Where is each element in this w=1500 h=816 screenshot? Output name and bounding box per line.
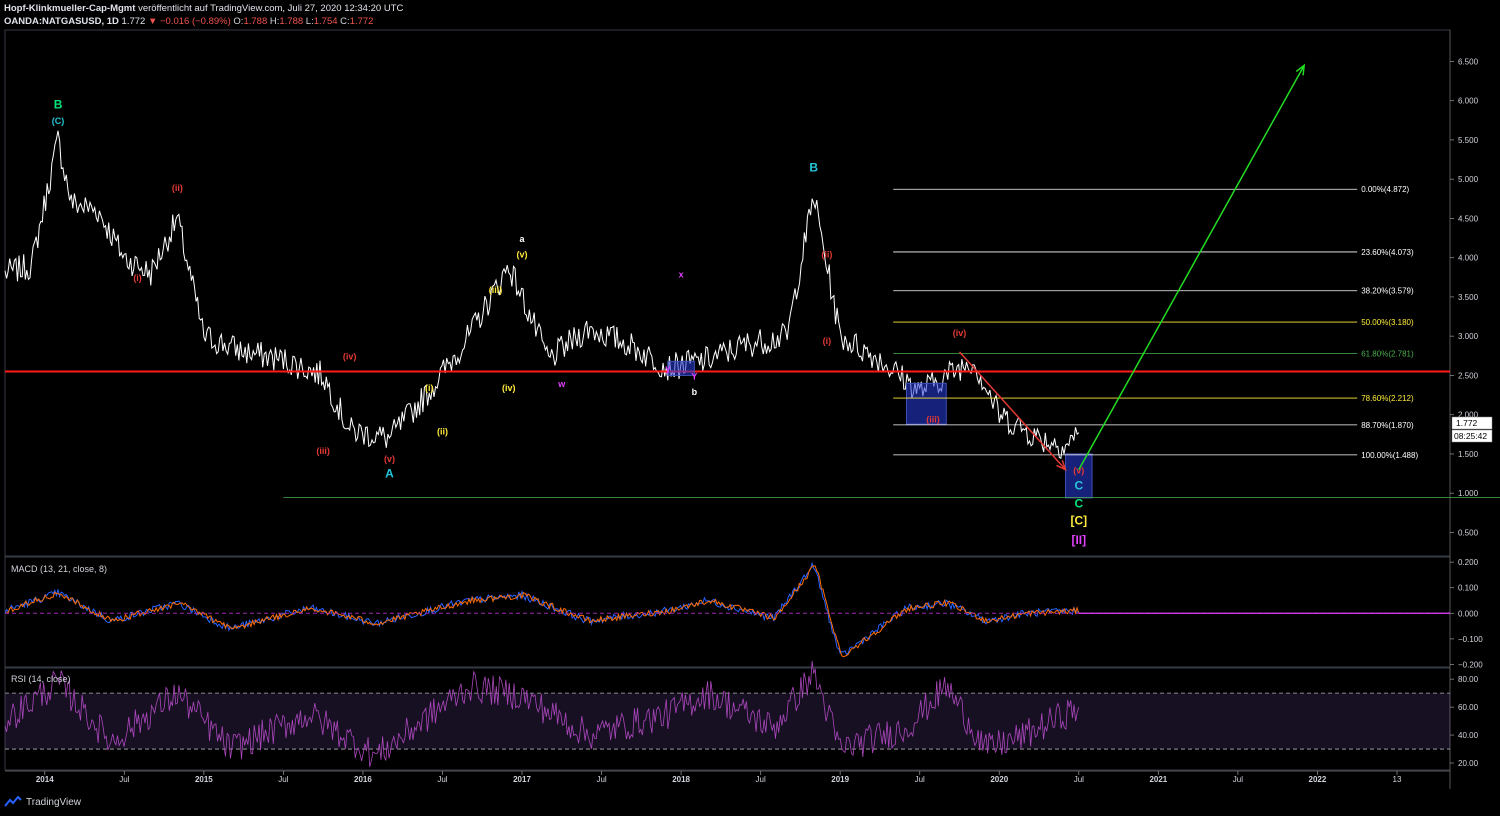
x-tick-label: 2020: [990, 775, 1008, 784]
y-tick-label: 0.200: [1458, 558, 1479, 567]
wave-label: (iii): [489, 285, 503, 295]
wave-label: (iv): [343, 352, 357, 362]
wave-label: (i): [823, 336, 832, 346]
x-tick-label: Jul: [1074, 775, 1084, 784]
wave-label: (i): [133, 273, 142, 283]
wave-label: A: [385, 466, 394, 480]
y-tick-label: 80.00: [1458, 675, 1479, 684]
wave-label: x: [679, 269, 684, 279]
y-tick-label: 1.500: [1458, 450, 1479, 459]
x-tick-label: 2018: [672, 775, 690, 784]
fib-level-label: 0.00%(4.872): [1361, 185, 1409, 194]
fib-level-label: 38.20%(3.579): [1361, 287, 1414, 296]
x-tick-label: Jul: [596, 775, 606, 784]
x-tick-label: 2014: [36, 775, 54, 784]
wave-label: B: [54, 98, 63, 112]
y-tick-label: 0.500: [1458, 528, 1479, 537]
panel-frames: [4, 29, 1451, 789]
y-tick-label: 0.100: [1458, 584, 1479, 593]
x-tick-label: Jul: [915, 775, 925, 784]
wave-label: (v): [1073, 466, 1084, 476]
wave-label: b: [692, 387, 698, 397]
x-tick-label: 2017: [513, 775, 531, 784]
panel-frame-1: [4, 556, 1451, 668]
fib-level-label: 100.00%(1.488): [1361, 451, 1418, 460]
wave-label: [II]: [1071, 533, 1086, 547]
y-tick-label: 0.000: [1458, 609, 1479, 618]
y-tick-label: 6.000: [1458, 97, 1479, 106]
price-tag: 1.772 08:25:42: [1451, 416, 1493, 443]
x-tick-label: 13: [1393, 775, 1402, 784]
y-tick-label: −0.100: [1458, 635, 1483, 644]
wave-label: (iv): [502, 383, 516, 393]
wave-label: (ii): [437, 426, 448, 436]
x-tick-label: Jul: [1233, 775, 1243, 784]
x-tick-label: Jul: [756, 775, 766, 784]
x-tick-label: 2019: [831, 775, 849, 784]
panel-frame-0: [4, 29, 1451, 557]
wave-label: w: [557, 379, 566, 389]
footer-brand[interactable]: TradingView: [26, 797, 81, 808]
x-tick-label: Jul: [119, 775, 129, 784]
x-tick-label: 2015: [195, 775, 213, 784]
y-tick-label: 40.00: [1458, 731, 1479, 740]
rsi-title: RSI (14, close): [11, 674, 71, 684]
y-tick-label: 6.500: [1458, 57, 1479, 66]
wave-label: (iii): [316, 446, 330, 456]
wave-label: [C]: [1070, 514, 1087, 528]
time-axis: 2014 Jul 2015 Jul 2016 Jul 2017 Jul 2018 Jul 2019 J…: [36, 771, 1402, 784]
y-tick-label: 4.000: [1458, 254, 1479, 263]
y-tick-label: 20.00: [1458, 759, 1479, 768]
fib-level-label: 61.80%(2.781): [1361, 349, 1414, 358]
wave-label: y: [665, 364, 670, 374]
y-tick-label: 3.500: [1458, 293, 1479, 302]
wave-label: B: [809, 160, 818, 174]
x-tick-label: 2022: [1309, 775, 1327, 784]
chart-canvas[interactable]: 6.500 6.000 5.500 5.000 4.500 4.000 3.500 3.000…: [0, 0, 1500, 816]
wave-label: (v): [384, 454, 395, 464]
fib-level-label: 50.00%(3.180): [1361, 318, 1414, 327]
tradingview-logo-icon: [4, 796, 22, 807]
footer: TradingView: [4, 796, 81, 808]
wave-label: (iii): [926, 415, 940, 425]
wave-label: (ii): [821, 250, 832, 260]
fib-level-label: 88.70%(1.870): [1361, 421, 1414, 430]
fib-level-label: 78.60%(2.212): [1361, 394, 1414, 403]
y-tick-label: 60.00: [1458, 703, 1479, 712]
y-tick-label: −0.200: [1458, 660, 1483, 669]
wave-label: (C): [52, 116, 65, 126]
wave-label: (ii): [172, 183, 183, 193]
y-tick-label: 5.500: [1458, 136, 1479, 145]
wave-label: C: [1074, 478, 1083, 492]
x-tick-label: Jul: [278, 775, 288, 784]
y-tick-label: 2.500: [1458, 371, 1479, 380]
wave-label: (iv): [953, 328, 967, 338]
rsi-band: [5, 693, 1450, 750]
y-tick-label: 3.000: [1458, 332, 1479, 341]
fib-level-label: 23.60%(4.073): [1361, 248, 1414, 257]
y-tick-label: 5.000: [1458, 175, 1479, 184]
y-tick-label: 4.500: [1458, 214, 1479, 223]
price-tag-value: 1.772: [1456, 418, 1478, 428]
wave-label: (i): [425, 383, 434, 393]
x-tick-label: 2021: [1149, 775, 1167, 784]
wave-label: C: [1074, 496, 1083, 510]
x-tick-label: Jul: [437, 775, 447, 784]
x-tick-label: 2016: [354, 775, 372, 784]
macd-title: MACD (13, 21, close, 8): [11, 564, 107, 574]
price-tag-countdown: 08:25:42: [1454, 431, 1487, 441]
wave-label: (v): [517, 250, 528, 260]
wave-label: Y: [691, 371, 697, 381]
y-tick-label: 1.000: [1458, 489, 1479, 498]
